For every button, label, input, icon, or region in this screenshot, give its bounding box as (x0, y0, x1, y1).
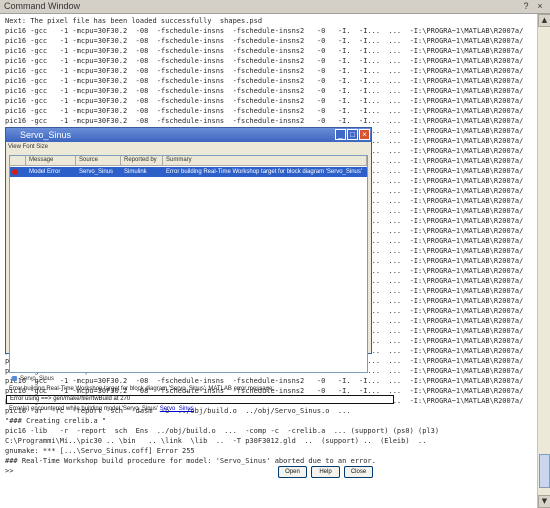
scroll-thumb[interactable] (539, 454, 550, 488)
model-link[interactable]: Servo_Sinus (160, 406, 194, 412)
command-window-titlebar: Command Window ? × (0, 0, 550, 14)
close-icon[interactable]: × (359, 129, 370, 140)
error-message-line-3-text: Error(s) encountered while building mode… (9, 406, 159, 412)
close-dialog-button[interactable]: Close (344, 466, 373, 478)
vertical-scrollbar[interactable]: ▲ ▼ (537, 14, 550, 508)
error-icon (12, 169, 18, 175)
help-button[interactable]: ? (521, 1, 531, 11)
window-title: Command Window (4, 1, 81, 11)
row-source: Servo_Sinus (79, 169, 114, 175)
model-icon (12, 376, 17, 381)
maximize-icon[interactable]: □ (347, 129, 358, 140)
table-header-summary[interactable]: Summary (163, 156, 367, 166)
row-message: Model Error (29, 169, 61, 175)
message-table: Message Source Reported by Summary Model… (9, 155, 368, 373)
dialog-titlebar: Servo_Sinus _ □ × (6, 128, 371, 142)
table-header-icon (10, 156, 26, 166)
source-label: Servo_Sinus (12, 376, 54, 382)
dialog-menu[interactable]: View Font Size (8, 144, 48, 154)
help-dialog-button[interactable]: Help (311, 466, 340, 478)
table-row[interactable]: Model Error Servo_Sinus Simulink Error b… (10, 167, 367, 177)
output-line: >> (5, 467, 14, 475)
error-message-line-2: Error using ==> gen/make/file/rtwBuild a… (6, 395, 394, 404)
close-window-button[interactable]: × (535, 1, 545, 11)
scroll-up-button[interactable]: ▲ (538, 14, 550, 27)
error-message-line-1: Error building Real-Time Workshop target… (9, 386, 274, 392)
error-message-line-3: Error(s) encountered while building mode… (9, 406, 194, 412)
scroll-down-button[interactable]: ▼ (538, 495, 550, 508)
dialog-title: Servo_Sinus (20, 130, 72, 140)
open-button[interactable]: Open (278, 466, 307, 478)
table-header-reported-by[interactable]: Reported by (121, 156, 163, 166)
row-summary: Error building Real-Time Workshop target… (166, 169, 363, 175)
diagnostic-viewer-dialog: Servo_Sinus _ □ × View Font Size Message… (5, 127, 394, 478)
minimize-icon[interactable]: _ (335, 129, 346, 140)
source-label-text: Servo_Sinus (20, 376, 55, 383)
row-reported-by: Simulink (124, 169, 147, 175)
table-header-message[interactable]: Message (26, 156, 76, 166)
table-header-source[interactable]: Source (76, 156, 121, 166)
